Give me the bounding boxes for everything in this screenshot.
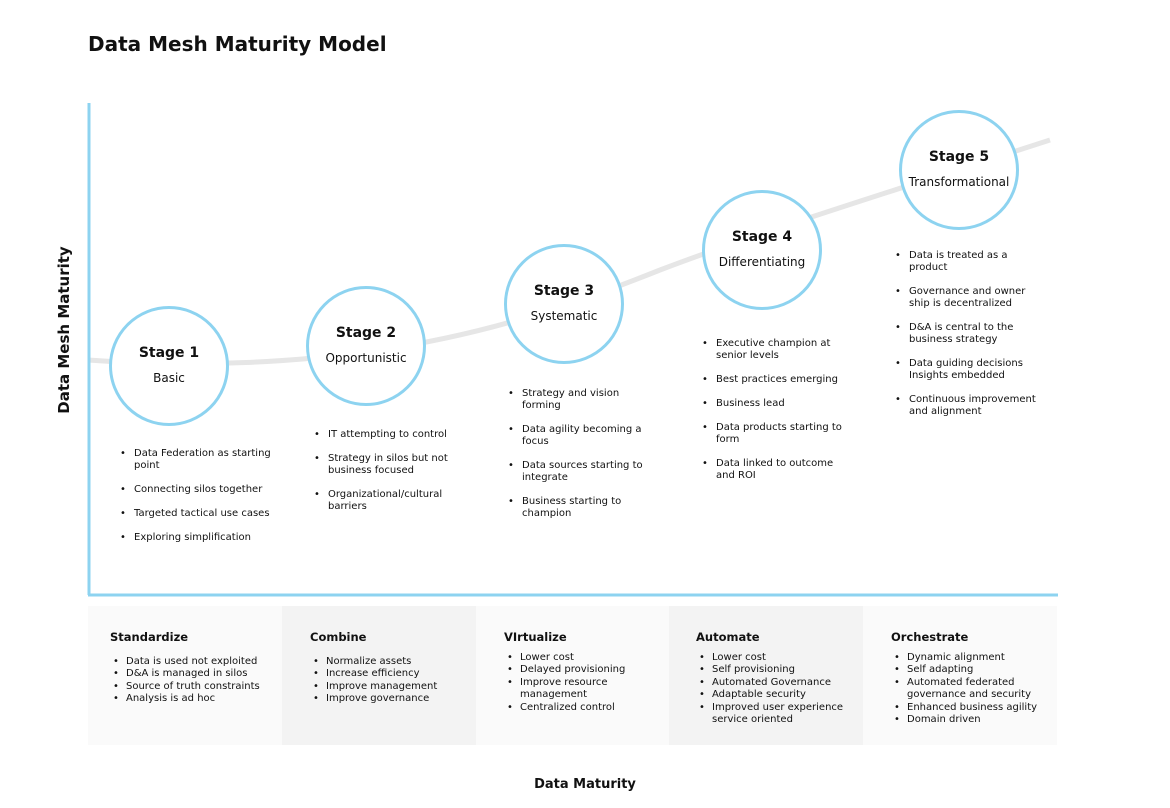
stage-name: Basic	[153, 371, 185, 385]
list-item: Business starting to champion	[508, 496, 657, 520]
panel-title: Automate	[696, 630, 760, 644]
list-item: Improve resource management	[507, 677, 670, 702]
list-item: IT attempting to control	[314, 429, 473, 441]
list-item: Data is treated as a product	[895, 250, 1044, 274]
list-item: Data sources starting to integrate	[508, 460, 657, 484]
list-item: Data agility becoming a focus	[508, 424, 657, 448]
list-item: Automated federated governance and secur…	[894, 677, 1057, 702]
list-item: Automated Governance	[699, 677, 863, 690]
stage-1-bullets: Data Federation as starting point Connec…	[118, 448, 274, 556]
list-item: Organizational/cultural barriers	[314, 489, 473, 513]
list-item: Source of truth constraints	[113, 681, 282, 694]
list-item: Self provisioning	[699, 664, 863, 677]
panel-standardize: Standardize Data is used not exploited D…	[88, 606, 282, 745]
panel-combine: Combine Normalize assets Increase effici…	[282, 606, 476, 745]
stage-label: Stage 1	[138, 345, 200, 361]
list-item: Lower cost	[699, 652, 863, 665]
list-item: Strategy in silos but not business focus…	[314, 453, 473, 477]
diagram: Data Mesh Maturity Model Data Mesh Matur…	[0, 0, 1170, 808]
list-item: Executive champion at senior levels	[702, 338, 851, 362]
stage-label: Stage 4	[731, 229, 793, 245]
panel-virtualize: VIrtualize Lower cost Delayed provisioni…	[476, 606, 670, 745]
list-item: Increase efficiency	[313, 668, 476, 681]
stage-2-circle: Stage 2 Opportunistic	[306, 286, 426, 406]
list-item: Improved user experience service oriente…	[699, 702, 863, 727]
list-item: Best practices emerging	[702, 374, 851, 386]
panel-automate: Automate Lower cost Self provisioning Au…	[669, 606, 863, 745]
panel-title: Orchestrate	[891, 630, 969, 644]
list-item: Improve governance	[313, 693, 476, 706]
panel-title: Standardize	[110, 630, 189, 644]
panel-orchestrate: Orchestrate Dynamic alignment Self adapt…	[863, 606, 1057, 745]
x-axis-label: Data Maturity	[534, 777, 636, 792]
list-item: Improve management	[313, 681, 476, 694]
stage-3-circle: Stage 3 Systematic	[504, 244, 624, 364]
panel-title: Combine	[310, 630, 367, 644]
list-item: Domain driven	[894, 714, 1057, 727]
stage-label: Stage 2	[335, 325, 397, 341]
list-item: Centralized control	[507, 702, 670, 715]
panel-title: VIrtualize	[504, 630, 567, 644]
stage-5-circle: Stage 5 Transformational	[899, 110, 1019, 230]
list-item: Business lead	[702, 398, 851, 410]
list-item: Continuous improvement and alignment	[895, 394, 1044, 418]
stage-name: Differentiating	[718, 255, 806, 269]
list-item: Lower cost	[507, 652, 670, 665]
list-item: Analysis is ad hoc	[113, 693, 282, 706]
list-item: Delayed provisioning	[507, 664, 670, 677]
list-item: Targeted tactical use cases	[120, 508, 274, 520]
stage-3-bullets: Strategy and vision forming Data agility…	[506, 388, 657, 532]
list-item: Data products starting to form	[702, 422, 851, 446]
stage-1-circle: Stage 1 Basic	[109, 306, 229, 426]
stage-4-circle: Stage 4 Differentiating	[702, 190, 822, 310]
stage-5-bullets: Data is treated as a product Governance …	[893, 250, 1044, 430]
list-item: Governance and owner ship is decentraliz…	[895, 286, 1044, 310]
list-item: D&A is central to the business strategy	[895, 322, 1044, 346]
y-axis-label: Data Mesh Maturity	[55, 246, 73, 414]
list-item: Exploring simplification	[120, 532, 274, 544]
stage-4-bullets: Executive champion at senior levels Best…	[700, 338, 851, 494]
list-item: Strategy and vision forming	[508, 388, 657, 412]
list-item: Enhanced business agility	[894, 702, 1057, 715]
list-item: Normalize assets	[313, 656, 476, 669]
stage-name: Opportunistic	[325, 351, 407, 365]
list-item: Dynamic alignment	[894, 652, 1057, 665]
stage-label: Stage 5	[928, 149, 990, 165]
list-item: D&A is managed in silos	[113, 668, 282, 681]
list-item: Self adapting	[894, 664, 1057, 677]
stage-name: Transformational	[908, 175, 1010, 189]
stage-2-bullets: IT attempting to control Strategy in sil…	[312, 429, 473, 525]
list-item: Data Federation as starting point	[120, 448, 274, 472]
list-item: Data is used not exploited	[113, 656, 282, 669]
list-item: Adaptable security	[699, 689, 863, 702]
list-item: Data guiding decisions Insights embedded	[895, 358, 1044, 382]
list-item: Connecting silos together	[120, 484, 274, 496]
stage-label: Stage 3	[533, 283, 595, 299]
stage-name: Systematic	[530, 309, 598, 323]
list-item: Data linked to outcome and ROI	[702, 458, 851, 482]
